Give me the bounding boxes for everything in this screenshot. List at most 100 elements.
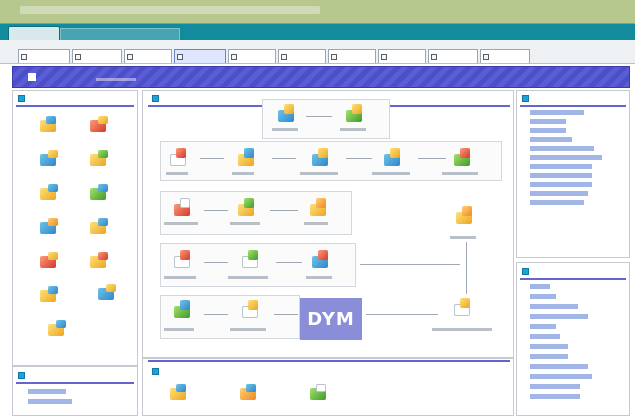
window-tab-secondary[interactable] xyxy=(60,28,180,40)
node-label xyxy=(230,222,260,225)
right-top-link[interactable] xyxy=(530,119,566,124)
node-label xyxy=(272,128,298,131)
right-bottom-link[interactable] xyxy=(530,284,550,289)
process-node[interactable] xyxy=(452,298,474,318)
process-node[interactable] xyxy=(172,250,194,270)
left-item-6[interactable] xyxy=(88,184,110,204)
right-bottom-link[interactable] xyxy=(530,294,556,299)
process-node[interactable] xyxy=(276,104,298,124)
tab-module-6[interactable] xyxy=(278,49,326,63)
tab-module-9[interactable] xyxy=(428,49,478,63)
right-top-link[interactable] xyxy=(530,155,602,160)
section-rule xyxy=(520,105,626,107)
right-bottom-link[interactable] xyxy=(530,314,588,319)
left-item-label xyxy=(32,272,66,279)
process-node[interactable] xyxy=(344,104,366,124)
process-node[interactable] xyxy=(240,300,262,320)
process-node[interactable] xyxy=(236,198,258,218)
folder-icon xyxy=(460,298,470,308)
process-node[interactable] xyxy=(310,250,332,270)
chart-icon xyxy=(244,198,254,208)
tab-module-2[interactable] xyxy=(72,49,122,63)
left-item-label xyxy=(86,306,130,313)
left-item-7[interactable] xyxy=(38,218,60,238)
folder-icon xyxy=(48,218,58,226)
left-bottom-link[interactable] xyxy=(28,399,72,404)
bottom-item-label xyxy=(160,406,196,413)
right-bottom-link[interactable] xyxy=(530,364,588,369)
left-item-10[interactable] xyxy=(88,252,110,272)
process-node[interactable] xyxy=(310,148,332,168)
right-top-link[interactable] xyxy=(530,128,566,133)
folder-icon xyxy=(318,250,328,260)
tab-module-4[interactable] xyxy=(174,49,226,63)
right-top-link[interactable] xyxy=(530,191,588,196)
left-item-5[interactable] xyxy=(38,184,60,204)
process-node[interactable] xyxy=(240,250,262,270)
right-top-link[interactable] xyxy=(530,110,584,115)
top-menu-strip[interactable] xyxy=(20,6,320,14)
right-top-link[interactable] xyxy=(530,173,592,178)
monitor-icon xyxy=(246,384,256,392)
right-top-link[interactable] xyxy=(530,146,594,151)
process-node[interactable] xyxy=(308,198,330,218)
left-item-8[interactable] xyxy=(88,218,110,238)
document-icon xyxy=(98,116,108,124)
process-node[interactable] xyxy=(172,300,194,320)
tab-module-5[interactable] xyxy=(228,49,276,63)
right-top-link[interactable] xyxy=(530,137,572,142)
right-bottom-link[interactable] xyxy=(530,334,560,339)
folder-icon xyxy=(284,104,294,114)
tab-icon xyxy=(21,53,27,60)
left-item-label xyxy=(32,136,66,143)
left-bottom-link[interactable] xyxy=(28,389,66,394)
left-item-11[interactable] xyxy=(38,286,60,306)
tab-module-10[interactable] xyxy=(480,49,530,63)
process-node[interactable] xyxy=(452,148,474,168)
process-node[interactable] xyxy=(168,148,190,168)
window-tab[interactable] xyxy=(8,26,60,40)
left-item-13[interactable] xyxy=(46,320,68,340)
bottom-item-1[interactable] xyxy=(168,384,190,404)
document-icon xyxy=(48,252,58,260)
right-bottom-link[interactable] xyxy=(530,354,568,359)
section-icon xyxy=(152,95,159,102)
center-panel-title xyxy=(162,95,222,103)
left-item-9[interactable] xyxy=(38,252,60,272)
left-item-1[interactable] xyxy=(38,116,60,136)
left-item-2[interactable] xyxy=(88,116,110,136)
tab-module-7[interactable] xyxy=(328,49,376,63)
right-bottom-link[interactable] xyxy=(530,324,556,329)
chart-icon xyxy=(248,250,258,260)
process-node[interactable] xyxy=(236,148,258,168)
right-top-link[interactable] xyxy=(530,200,584,205)
process-node[interactable] xyxy=(382,148,404,168)
left-item-12[interactable] xyxy=(96,284,118,304)
folder-icon xyxy=(248,300,258,310)
process-node[interactable] xyxy=(454,206,476,226)
document-icon xyxy=(56,320,66,328)
arrow-right-icon xyxy=(204,314,228,315)
right-bottom-link[interactable] xyxy=(530,304,578,309)
right-bottom-link[interactable] xyxy=(530,394,580,399)
arrow-right-icon xyxy=(346,158,372,159)
tab-module-3[interactable] xyxy=(124,49,172,63)
arrow-right-icon xyxy=(276,262,302,263)
center-bottom-title xyxy=(162,368,222,376)
bottom-item-3[interactable] xyxy=(308,384,330,404)
left-item-3[interactable] xyxy=(38,150,60,170)
right-top-link[interactable] xyxy=(530,164,592,169)
tab-module-1[interactable] xyxy=(18,49,70,63)
arrow-right-icon xyxy=(204,262,228,263)
right-bottom-link[interactable] xyxy=(530,344,568,349)
right-top-link[interactable] xyxy=(530,182,592,187)
left-item-label xyxy=(82,136,116,143)
left-item-4[interactable] xyxy=(88,150,110,170)
right-bottom-link[interactable] xyxy=(530,374,592,379)
arrow-right-icon xyxy=(270,210,298,211)
process-node[interactable] xyxy=(172,198,194,218)
tab-module-8[interactable] xyxy=(378,49,426,63)
arrow-right-icon xyxy=(272,158,296,159)
right-bottom-link[interactable] xyxy=(530,384,580,389)
bottom-item-2[interactable] xyxy=(238,384,260,404)
